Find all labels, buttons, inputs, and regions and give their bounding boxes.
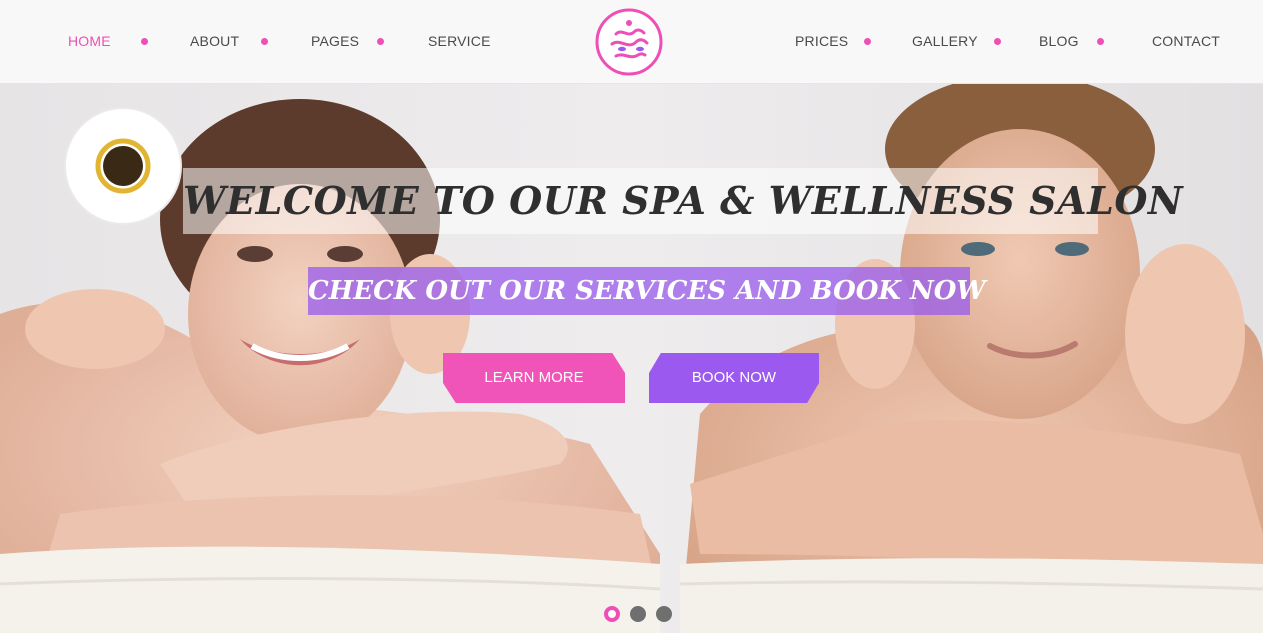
slider-pagination — [604, 605, 674, 623]
nav-separator-dot — [261, 38, 268, 45]
site-header: HOME ABOUT PAGES SERVICE PRICES GALLERY … — [0, 0, 1263, 84]
nav-blog[interactable]: BLOG — [1039, 33, 1079, 49]
nav-separator-dot — [141, 38, 148, 45]
hero-headline: WELCOME TO OUR SPA & WELLNESS SALON — [183, 178, 1184, 223]
nav-separator-dot — [377, 38, 384, 45]
nav-about[interactable]: ABOUT — [190, 33, 239, 49]
nav-separator-dot — [1097, 38, 1104, 45]
hero-slider: WELCOME TO OUR SPA & WELLNESS SALON CHEC… — [0, 84, 1263, 633]
hero-photo-couple-massage — [0, 84, 1263, 633]
slider-dot-1[interactable] — [604, 606, 620, 622]
slider-dot-2[interactable] — [630, 606, 646, 622]
slider-dot-3[interactable] — [656, 606, 672, 622]
nav-contact[interactable]: CONTACT — [1152, 33, 1220, 49]
book-now-button[interactable]: BOOK NOW — [649, 353, 819, 403]
nav-prices[interactable]: PRICES — [795, 33, 848, 49]
nav-service[interactable]: SERVICE — [428, 33, 491, 49]
nav-pages[interactable]: PAGES — [311, 33, 359, 49]
learn-more-button[interactable]: LEARN MORE — [443, 353, 625, 403]
nav-gallery[interactable]: GALLERY — [912, 33, 978, 49]
lotus-waves-logo-icon[interactable] — [594, 7, 664, 77]
hero-subheadline: CHECK OUT OUR SERVICES AND BOOK NOW — [308, 276, 986, 306]
nav-home[interactable]: HOME — [68, 33, 111, 49]
nav-separator-dot — [994, 38, 1001, 45]
nav-separator-dot — [864, 38, 871, 45]
